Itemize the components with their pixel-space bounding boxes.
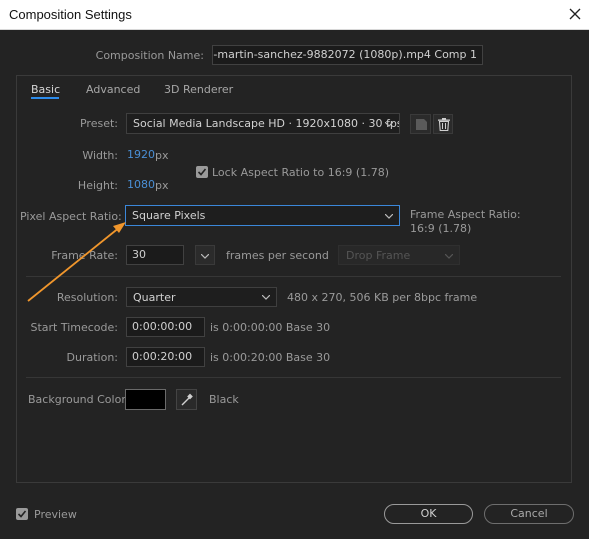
chevron-down-icon [385, 214, 393, 219]
start-timecode-info: is 0:00:00:00 Base 30 [210, 321, 331, 334]
tab-advanced[interactable]: Advanced [86, 83, 140, 96]
preset-label: Preset: [79, 117, 118, 130]
eyedropper-icon [181, 393, 193, 406]
lock-aspect-checkbox[interactable] [196, 166, 208, 178]
comp-name-input[interactable]: pexels-martin-sanchez-9882072 (1080p).mp… [212, 45, 483, 65]
preset-value: Social Media Landscape HD · 1920x1080 · … [133, 117, 400, 130]
eyedropper-button[interactable] [176, 389, 197, 410]
width-unit: px [155, 149, 169, 162]
resolution-info: 480 x 270, 506 KB per 8bpc frame [287, 291, 478, 304]
checkmark-icon [17, 510, 27, 518]
width-label: Width: [82, 149, 118, 162]
start-timecode-label: Start Timecode: [30, 321, 118, 334]
frame-rate-value: 30 [132, 248, 146, 261]
window-title: Composition Settings [9, 7, 132, 22]
close-icon[interactable] [566, 5, 584, 23]
save-preset-icon [416, 119, 427, 130]
preview-label: Preview [34, 508, 77, 521]
lock-aspect-label: Lock Aspect Ratio to 16:9 (1.78) [212, 166, 389, 179]
drop-frame-dropdown[interactable]: Drop Frame [338, 245, 460, 265]
tab-basic[interactable]: Basic [31, 83, 60, 96]
active-tab-indicator [31, 97, 59, 99]
frame-aspect-value: 16:9 (1.78) [410, 222, 472, 235]
comp-name-label: Composition Name: [95, 49, 204, 62]
chevron-down-icon [262, 295, 270, 300]
checkmark-icon [197, 168, 207, 176]
frame-rate-input[interactable]: 30 [126, 245, 184, 265]
drop-frame-value: Drop Frame [346, 249, 411, 262]
comp-name-value: pexels-martin-sanchez-9882072 (1080p).mp… [213, 48, 477, 61]
duration-value: 0:00:20:00 [132, 350, 193, 363]
section-divider [26, 377, 561, 378]
trash-icon [438, 118, 450, 131]
frame-aspect-label: Frame Aspect Ratio: [410, 208, 521, 221]
cancel-button[interactable]: Cancel [484, 504, 574, 524]
tab-3d-renderer[interactable]: 3D Renderer [164, 83, 233, 96]
chevron-down-icon [385, 122, 393, 127]
save-preset-button[interactable] [410, 114, 431, 134]
start-timecode-input[interactable]: 0:00:00:00 [126, 317, 205, 337]
height-unit: px [155, 179, 169, 192]
background-color-name: Black [209, 393, 239, 406]
duration-input[interactable]: 0:00:20:00 [126, 347, 205, 367]
chevron-down-icon [445, 254, 453, 259]
chevron-down-icon [201, 254, 209, 259]
resolution-dropdown[interactable]: Quarter [126, 287, 277, 307]
height-value[interactable]: 1080 [127, 178, 155, 191]
preset-dropdown[interactable]: Social Media Landscape HD · 1920x1080 · … [126, 113, 400, 134]
delete-preset-button[interactable] [433, 114, 453, 134]
frame-rate-unit: frames per second [226, 249, 329, 262]
duration-info: is 0:00:20:00 Base 30 [210, 351, 331, 364]
pixel-aspect-dropdown[interactable]: Square Pixels [125, 205, 400, 226]
background-color-label: Background Color: [28, 393, 130, 406]
ok-button[interactable]: OK [384, 504, 473, 524]
height-label: Height: [77, 179, 118, 192]
annotation-arrow-icon [27, 222, 126, 302]
background-color-swatch[interactable] [125, 389, 166, 410]
duration-label: Duration: [66, 351, 118, 364]
pixel-aspect-value: Square Pixels [132, 209, 206, 222]
start-timecode-value: 0:00:00:00 [132, 320, 193, 333]
width-value[interactable]: 1920 [127, 148, 155, 161]
preview-checkbox[interactable] [16, 508, 28, 520]
frame-rate-dropdown-button[interactable] [195, 245, 215, 265]
resolution-value: Quarter [133, 291, 176, 304]
